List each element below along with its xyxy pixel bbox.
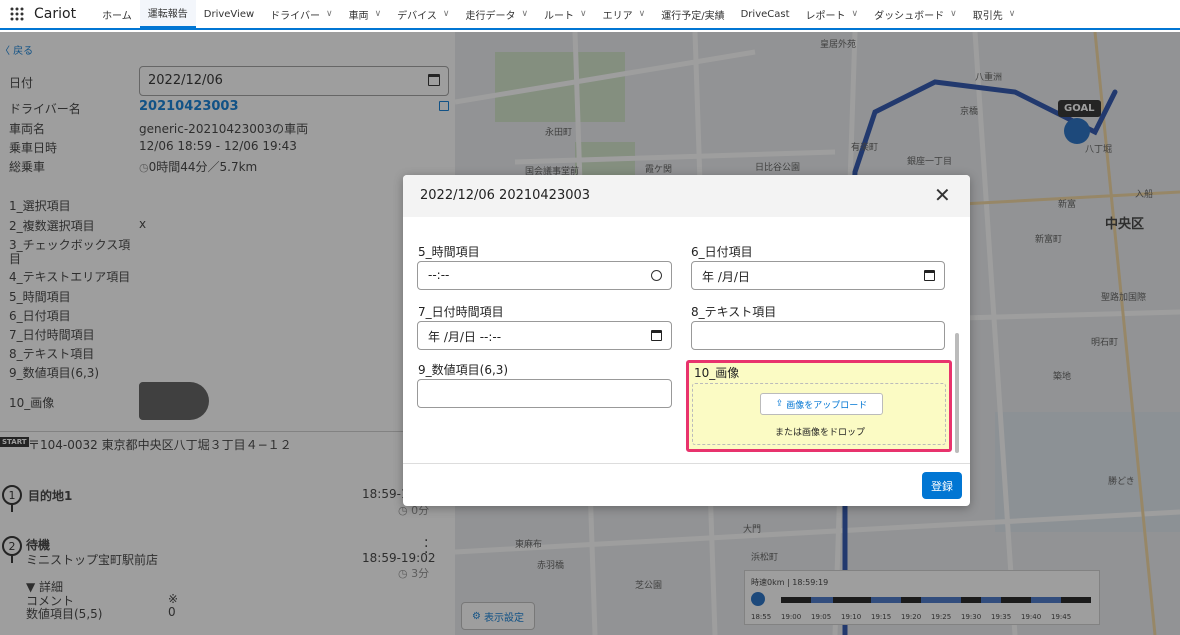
number-input[interactable] [417,379,672,408]
chevron-down-icon[interactable]: ∨ [443,9,450,19]
chevron-down-icon[interactable]: ∨ [852,9,859,19]
text-field-label: 8_テキスト項目 [691,305,777,319]
calendar-icon[interactable] [651,330,662,341]
nav-item[interactable]: デバイス ∨ [389,0,457,29]
chevron-down-icon[interactable]: ∨ [639,9,646,19]
edit-modal: 2022/12/06 20210423003 ✕ 5_時間項目 --:-- 6_… [403,175,970,506]
image-field-label: 10_画像 [694,366,740,380]
drop-hint: または画像をドロップ [774,428,865,438]
chevron-down-icon[interactable]: ∨ [326,9,333,19]
nav-item[interactable]: ルート ∨ [536,0,595,29]
modal-title: 2022/12/06 20210423003 [420,188,591,203]
modal-footer: 登録 [403,463,970,506]
calendar-icon[interactable] [924,270,935,281]
app-name: Cariot [34,6,77,22]
modal-header: 2022/12/06 20210423003 ✕ [403,175,970,217]
number-field-label: 9_数値項目(6,3) [418,363,509,377]
register-button[interactable]: 登録 [922,472,962,499]
nav-item[interactable]: DriveView [196,0,262,29]
scrollbar-thumb[interactable] [955,333,959,453]
text-input[interactable] [691,321,945,350]
nav-item[interactable]: レポート ∨ [798,0,867,29]
nav-item[interactable]: DriveCast [733,0,798,29]
time-input[interactable]: --:-- [417,261,672,290]
nav-item[interactable]: 車両 ∨ [341,0,390,29]
nav-item[interactable]: 取引先 ∨ [965,0,1024,29]
nav-item[interactable]: ホーム [94,0,140,29]
chevron-down-icon[interactable]: ∨ [1009,9,1016,19]
nav-item[interactable]: 運転報告 [139,0,196,29]
date-input[interactable]: 年 /月/日 [691,261,945,290]
chevron-down-icon[interactable]: ∨ [580,9,587,19]
nav-item[interactable]: 運行予定/実績 [653,0,732,29]
date-field-label: 6_日付項目 [691,245,753,259]
datetime-field-label: 7_日付時間項目 [418,305,504,319]
modal-body: 5_時間項目 --:-- 6_日付項目 年 /月/日 7_日付時間項目 年 /月… [403,217,970,463]
time-field-label: 5_時間項目 [418,245,480,259]
upload-icon: ⇪ [775,399,784,409]
close-icon[interactable]: ✕ [934,185,951,205]
top-navigation: Cariot ホーム 運転報告 DriveView ドライバー ∨ 車両 ∨ デバイス ∨ 走行デ… [0,0,1180,30]
chevron-down-icon[interactable]: ∨ [375,9,382,19]
datetime-input[interactable]: 年 /月/日 --:-- [417,321,672,350]
nav-item[interactable]: ドライバー ∨ [262,0,340,29]
app-launcher-icon[interactable] [0,0,34,29]
nav-item[interactable]: ダッシュボード ∨ [866,0,965,29]
chevron-down-icon[interactable]: ∨ [521,9,528,19]
nav-item[interactable]: 走行データ ∨ [457,0,536,29]
image-drop-zone[interactable]: ⇪ 画像をアップロード または画像をドロップ [692,383,946,445]
clock-icon[interactable] [651,270,662,281]
nav-item[interactable]: エリア ∨ [595,0,654,29]
upload-image-button[interactable]: ⇪ 画像をアップロード [760,393,883,415]
chevron-down-icon[interactable]: ∨ [950,9,957,19]
image-field: 10_画像 ⇪ 画像をアップロード または画像をドロップ [686,360,952,452]
